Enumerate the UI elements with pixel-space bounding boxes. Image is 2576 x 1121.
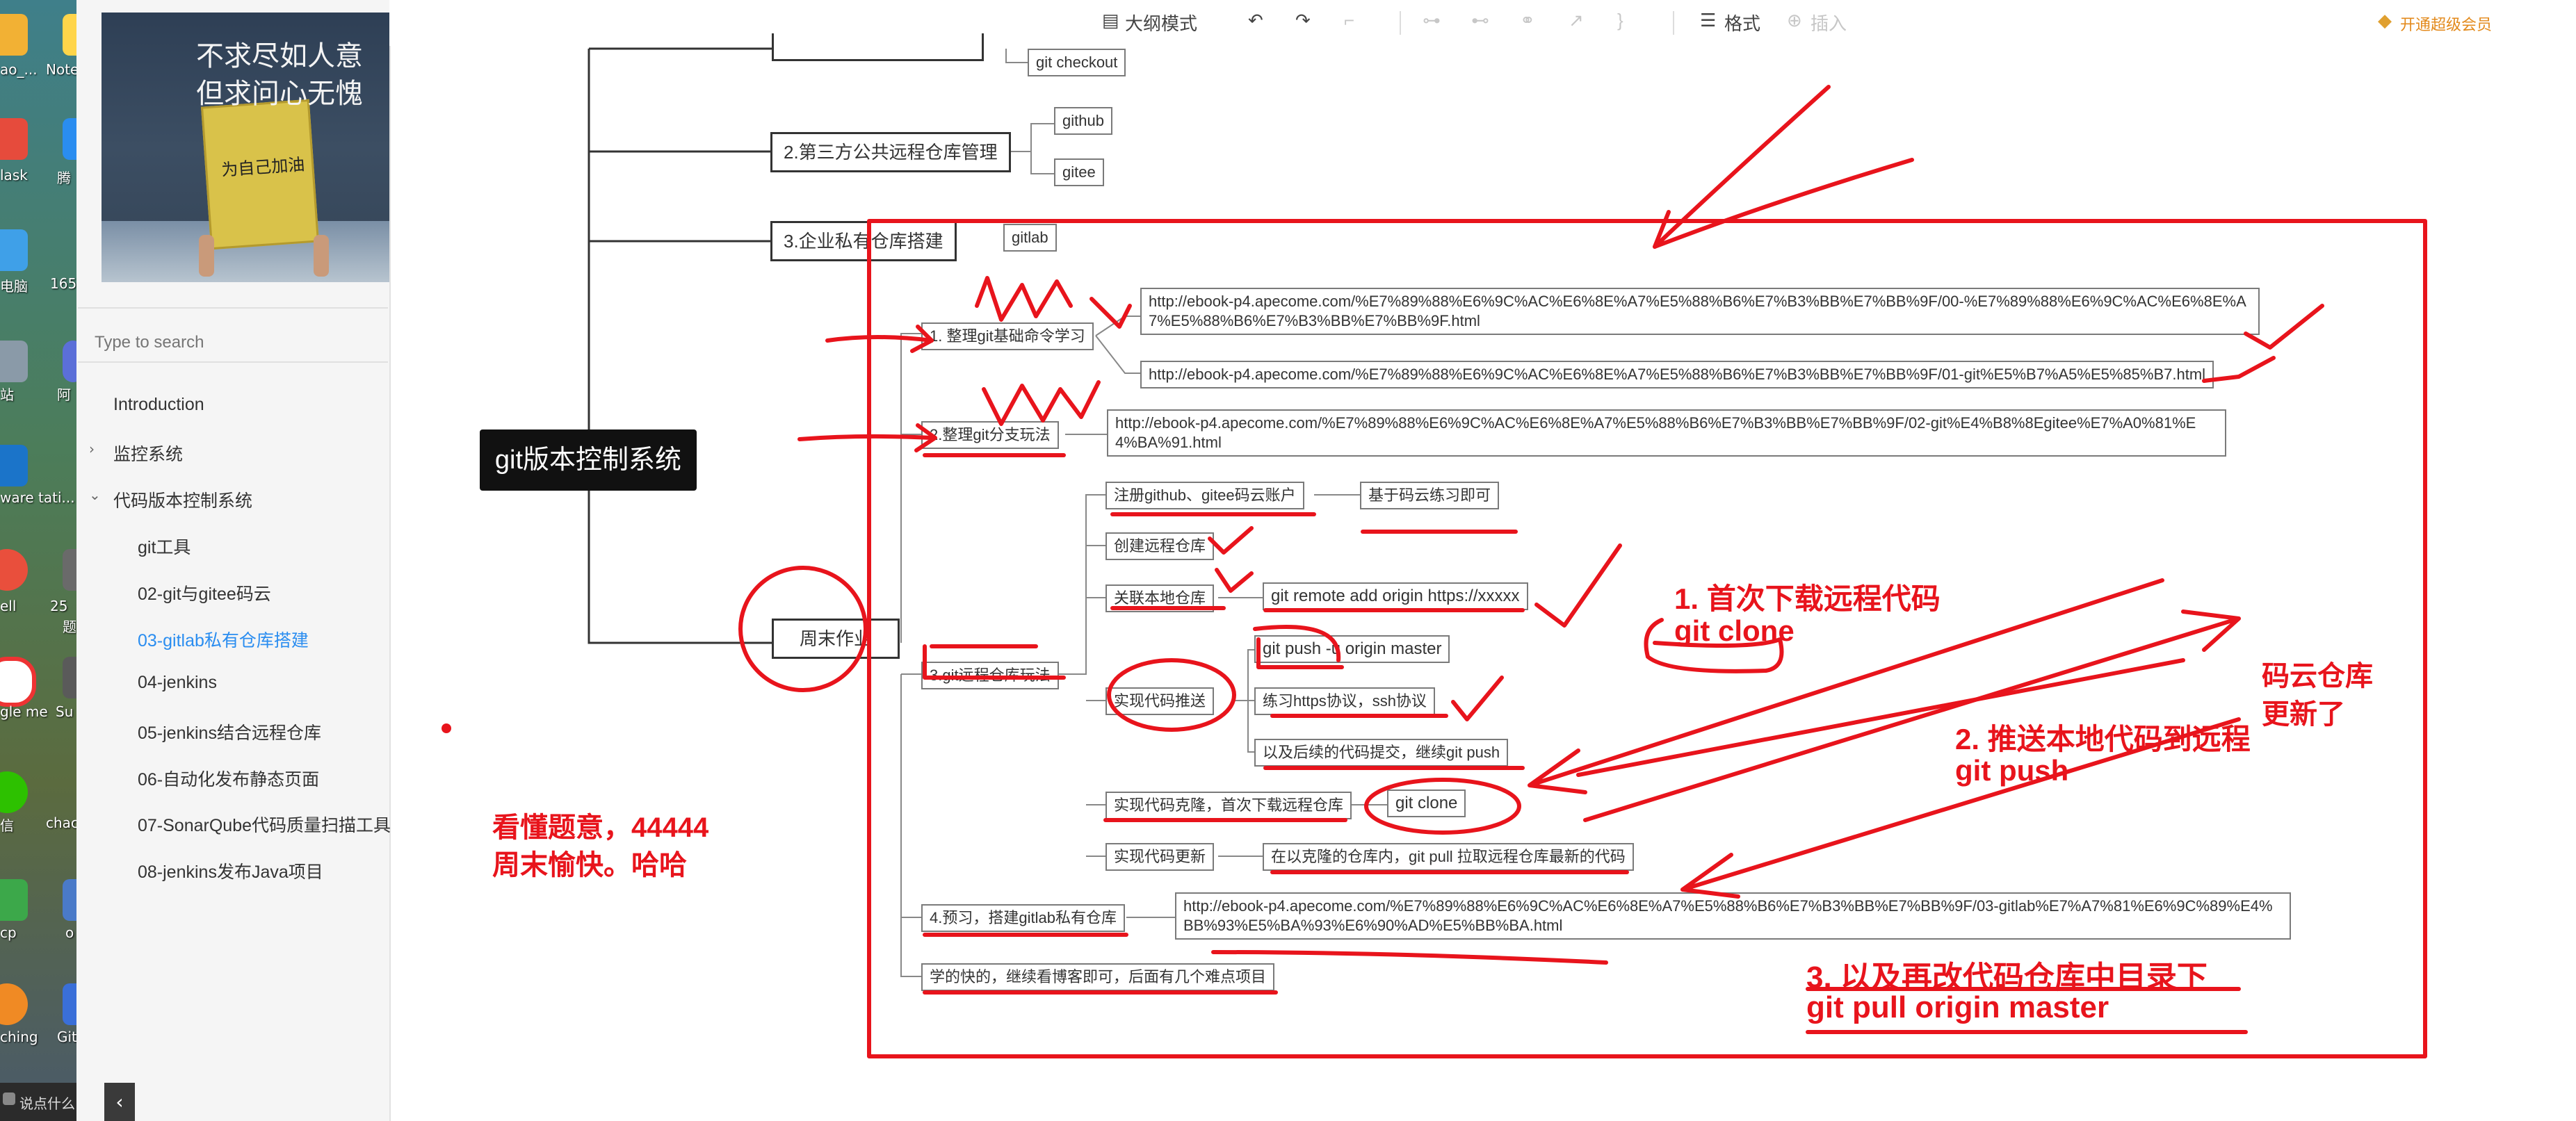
annotation-step2-title: 2. 推送本地代码到远程 xyxy=(1955,723,2251,755)
checkmark-stroke xyxy=(1089,297,1132,329)
annotation-left-line1: 看懂题意，44444 xyxy=(492,812,709,843)
checkmark-stroke xyxy=(1215,568,1254,593)
annotation-step2-cmd: git push xyxy=(1955,754,2069,787)
scribble-stroke xyxy=(975,276,1073,322)
checkmark-stroke xyxy=(1208,526,1254,555)
bracket-stroke xyxy=(923,644,1066,680)
underline-stroke xyxy=(1211,950,1608,965)
annotation-step1-cmd: git clone xyxy=(1674,614,1795,647)
annotation-step3-cmd: git pull origin master xyxy=(1806,990,2109,1024)
circle-stroke xyxy=(1364,778,1521,835)
circle-stroke xyxy=(1107,658,1236,732)
checkmark-stroke xyxy=(2202,356,2276,383)
checkmark-stroke xyxy=(1534,543,1622,628)
underline-stroke xyxy=(825,335,934,343)
annotation-step1-title: 1. 首次下载远程代码 xyxy=(1674,582,1941,615)
scribble-stroke xyxy=(982,380,1101,426)
annotation-cloud-title: 码云仓库 xyxy=(2262,661,2373,692)
dot-mark xyxy=(442,723,451,733)
checkmark-stroke xyxy=(1451,676,1504,721)
annotation-left-line2: 周末愉快。哈哈 xyxy=(492,850,687,881)
checkmark-stroke xyxy=(2244,304,2324,350)
circle-stroke xyxy=(1253,625,1341,662)
annotation-cloud-sub: 更新了 xyxy=(2262,699,2345,730)
underline-stroke xyxy=(797,434,934,441)
bracket-stroke xyxy=(1256,637,1344,669)
circle-stroke xyxy=(738,566,868,692)
